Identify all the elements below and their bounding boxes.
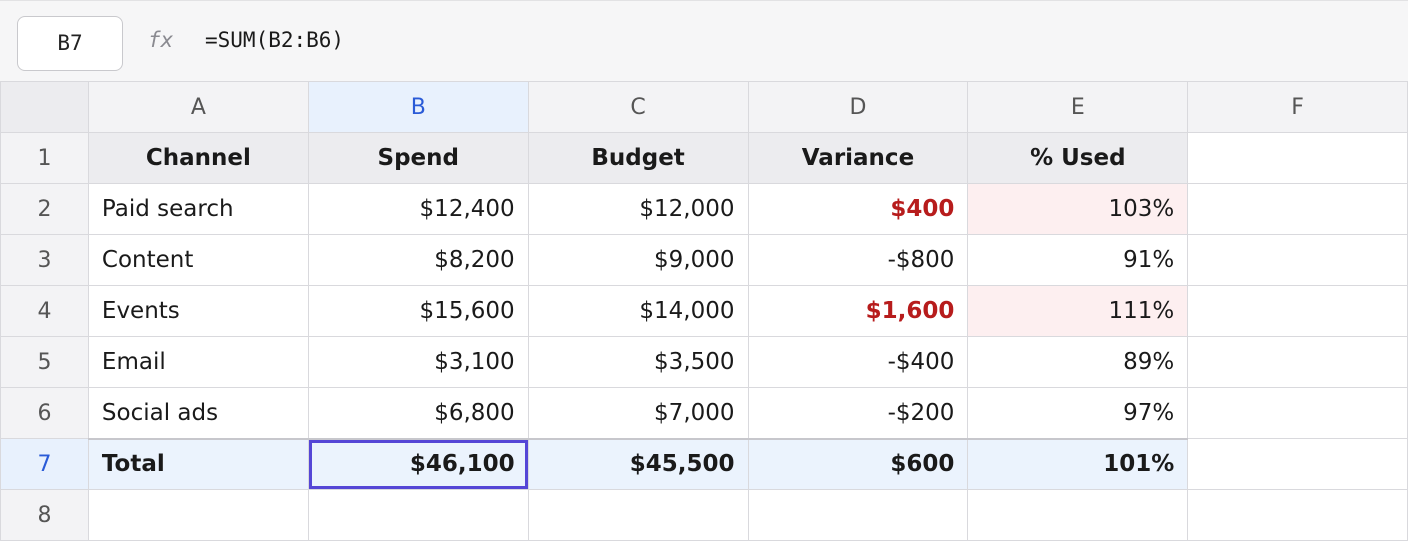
total-row: 7 Total $46,100 $45,500 $600 101% <box>0 437 1408 490</box>
cell-a4[interactable]: Events <box>87 285 309 337</box>
cell-b8[interactable] <box>307 489 529 541</box>
column-header-e[interactable]: E <box>967 81 1189 133</box>
cell-b4[interactable]: $15,600 <box>307 285 529 337</box>
cell-e1[interactable]: % Used <box>967 132 1189 184</box>
cell-d5[interactable]: -$400 <box>747 336 969 388</box>
cell-b2[interactable]: $12,400 <box>307 183 529 235</box>
cell-a6[interactable]: Social ads <box>87 387 309 439</box>
cell-e8[interactable] <box>967 489 1189 541</box>
row-header-8[interactable]: 8 <box>0 489 89 541</box>
fx-icon: fx <box>148 28 174 52</box>
cell-a7[interactable]: Total <box>87 437 309 490</box>
name-box[interactable]: B7 <box>17 16 123 71</box>
row-header-6[interactable]: 6 <box>0 387 89 439</box>
cell-c6[interactable]: $7,000 <box>527 387 749 439</box>
cell-f5[interactable] <box>1187 336 1408 388</box>
cell-e2[interactable]: 103% <box>967 183 1189 235</box>
table-row: 2 Paid search $12,400 $12,000 $400 103% <box>0 183 1408 235</box>
cell-b7-selected[interactable]: $46,100 <box>307 437 529 490</box>
table-row: 8 <box>0 489 1408 541</box>
cell-d1[interactable]: Variance <box>747 132 969 184</box>
cell-e3[interactable]: 91% <box>967 234 1189 286</box>
table-row: 1 Channel Spend Budget Variance % Used <box>0 132 1408 184</box>
cell-d3[interactable]: -$800 <box>747 234 969 286</box>
cell-b6[interactable]: $6,800 <box>307 387 529 439</box>
cell-f7[interactable] <box>1187 438 1408 490</box>
cell-a8[interactable] <box>87 489 309 541</box>
cell-b3[interactable]: $8,200 <box>307 234 529 286</box>
cell-c2[interactable]: $12,000 <box>527 183 749 235</box>
cell-c7[interactable]: $45,500 <box>527 437 749 490</box>
cell-e5[interactable]: 89% <box>967 336 1189 388</box>
cell-d6[interactable]: -$200 <box>747 387 969 439</box>
column-header-d[interactable]: D <box>747 81 969 133</box>
formula-bar: B7 fx =SUM(B2:B6) <box>0 0 1408 81</box>
cell-a1[interactable]: Channel <box>87 132 309 184</box>
column-header-c[interactable]: C <box>527 81 749 133</box>
cell-f2[interactable] <box>1187 183 1408 235</box>
row-header-1[interactable]: 1 <box>0 132 89 184</box>
cell-f4[interactable] <box>1187 285 1408 337</box>
cell-a5[interactable]: Email <box>87 336 309 388</box>
cell-f1[interactable] <box>1187 132 1408 184</box>
cell-b1[interactable]: Spend <box>307 132 529 184</box>
cell-f6[interactable] <box>1187 387 1408 439</box>
cell-c3[interactable]: $9,000 <box>527 234 749 286</box>
cell-e6[interactable]: 97% <box>967 387 1189 439</box>
cell-f8[interactable] <box>1187 489 1408 541</box>
row-header-5[interactable]: 5 <box>0 336 89 388</box>
cell-a2[interactable]: Paid search <box>87 183 309 235</box>
cell-d8[interactable] <box>747 489 969 541</box>
row-header-4[interactable]: 4 <box>0 285 89 337</box>
cell-c5[interactable]: $3,500 <box>527 336 749 388</box>
column-header-a[interactable]: A <box>87 81 309 133</box>
table-row: 5 Email $3,100 $3,500 -$400 89% <box>0 336 1408 388</box>
cell-d7[interactable]: $600 <box>747 437 969 490</box>
table-row: 4 Events $15,600 $14,000 $1,600 111% <box>0 285 1408 337</box>
cell-b5[interactable]: $3,100 <box>307 336 529 388</box>
select-all-corner[interactable] <box>0 81 89 133</box>
column-header-f[interactable]: F <box>1187 81 1408 133</box>
row-header-2[interactable]: 2 <box>0 183 89 235</box>
cell-d2[interactable]: $400 <box>747 183 969 235</box>
cell-c4[interactable]: $14,000 <box>527 285 749 337</box>
row-header-7[interactable]: 7 <box>0 438 89 490</box>
table-row: 6 Social ads $6,800 $7,000 -$200 97% <box>0 387 1408 439</box>
column-header-b[interactable]: B <box>307 81 529 133</box>
cell-e4[interactable]: 111% <box>967 285 1189 337</box>
cell-a3[interactable]: Content <box>87 234 309 286</box>
formula-input[interactable]: =SUM(B2:B6) <box>205 28 344 52</box>
cell-c8[interactable] <box>527 489 749 541</box>
cell-f3[interactable] <box>1187 234 1408 286</box>
column-header-row: A B C D E F <box>0 81 1408 133</box>
cell-c1[interactable]: Budget <box>527 132 749 184</box>
row-header-3[interactable]: 3 <box>0 234 89 286</box>
cell-e7[interactable]: 101% <box>967 437 1189 490</box>
table-row: 3 Content $8,200 $9,000 -$800 91% <box>0 234 1408 286</box>
cell-d4[interactable]: $1,600 <box>747 285 969 337</box>
spreadsheet-grid: A B C D E F 1 Channel Spend Budget Varia… <box>0 81 1408 541</box>
